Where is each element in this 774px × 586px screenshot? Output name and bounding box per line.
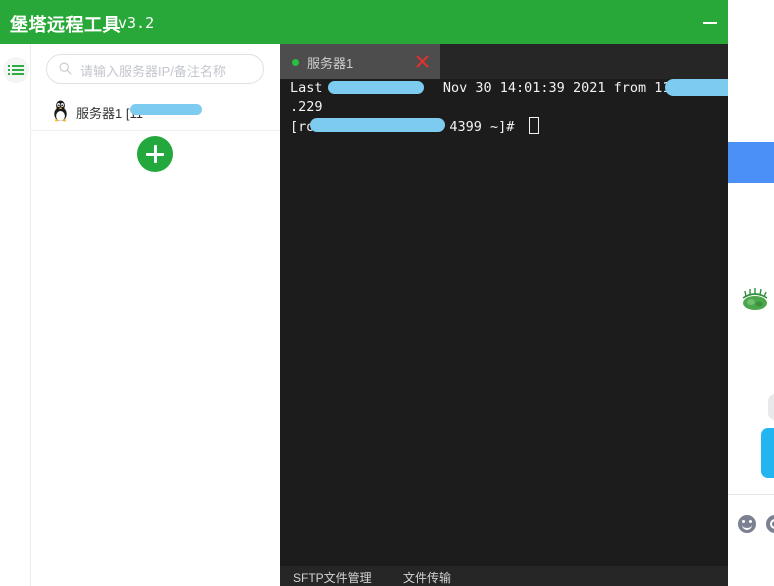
status-bar: SFTP文件管理 文件传输 — [280, 566, 728, 586]
add-server-button[interactable] — [137, 136, 173, 172]
tab-label: 服务器1 — [307, 56, 354, 71]
sftp-manager-button[interactable]: SFTP文件管理 — [293, 569, 372, 586]
sidebar: 请输入服务器IP/备注名称 服务器1 [11 — [0, 44, 280, 586]
terminal-line-text: .229 — [290, 99, 323, 115]
linux-tux-icon — [52, 100, 69, 122]
terminal-line: .229 — [280, 98, 728, 117]
app-title: 堡塔远程工具 — [10, 15, 121, 35]
background-chat-header — [728, 142, 774, 183]
redaction-mark — [310, 118, 445, 132]
minimize-button[interactable] — [695, 8, 725, 36]
list-item[interactable]: 服务器1 [11 — [31, 92, 280, 131]
search-input[interactable]: 请输入服务器IP/备注名称 — [46, 54, 264, 84]
redaction-mark — [665, 79, 728, 96]
avatar-icon — [740, 284, 770, 312]
title-bar: 堡塔远程工具 v3.2 — [0, 0, 728, 44]
chat-bubble-outgoing — [761, 428, 774, 478]
terminal-prompt-suffix: 4399 ~]# — [449, 119, 523, 135]
redaction-mark — [328, 81, 424, 94]
smiley-icon[interactable] — [738, 515, 756, 533]
status-dot-icon — [292, 59, 299, 66]
search-icon — [59, 62, 72, 75]
chat-bubble-incoming — [768, 394, 774, 420]
terminal-prompt-line: [ro 4399 ~]# — [280, 117, 728, 136]
tab-server-1[interactable]: 服务器1 — [280, 44, 440, 79]
tab-bar: 服务器1 — [280, 44, 728, 79]
app-window: 堡塔远程工具 v3.2 请输入服务器IP/备注名称 服务器1 [11 服务器1 … — [0, 0, 728, 586]
chat-toolbar — [728, 495, 774, 586]
terminal-line-suffix: Nov 30 14:01:39 2021 from 117. — [426, 80, 687, 96]
sidebar-rail — [0, 44, 31, 586]
search-placeholder: 请输入服务器IP/备注名称 — [80, 64, 226, 79]
close-icon[interactable] — [415, 54, 430, 69]
app-version: v3.2 — [118, 14, 155, 32]
file-transfer-button[interactable]: 文件传输 — [403, 569, 451, 586]
terminal-line: Last Nov 30 14:01:39 2021 from 117. — [280, 79, 728, 98]
background-chat-window — [728, 0, 774, 586]
redaction-mark — [130, 104, 202, 115]
terminal-output[interactable]: Last Nov 30 14:01:39 2021 from 117. .229… — [280, 79, 728, 566]
list-icon[interactable] — [3, 57, 29, 83]
terminal-line-prefix: Last — [290, 80, 331, 96]
terminal-panel: 服务器1 Last Nov 30 14:01:39 2021 from 117.… — [280, 44, 728, 586]
terminal-cursor — [528, 117, 539, 134]
server-list: 服务器1 [11 — [31, 92, 280, 131]
